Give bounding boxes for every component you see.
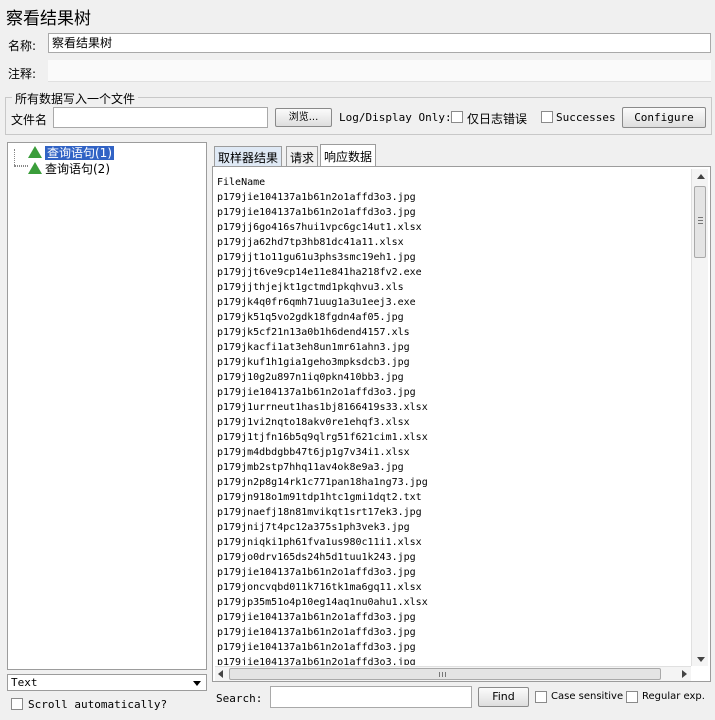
- response-line: p179j1urrneut1has1bj8166419s33.xlsx: [217, 402, 428, 413]
- comment-label: 注释:: [8, 67, 37, 81]
- response-line: p179jie104137a1b61n2o1affd3o3.jpg: [217, 387, 416, 398]
- response-line: p179jk5cf21n13a0b1h6dend4157.xls: [217, 327, 410, 338]
- find-button[interactable]: Find: [478, 687, 529, 707]
- scroll-auto-checkbox[interactable]: [11, 698, 23, 710]
- horizontal-scrollbar[interactable]: [215, 666, 691, 681]
- browse-button[interactable]: 浏览...: [275, 108, 332, 127]
- response-line: p179j10g2u897n1iq0pkn410bb3.jpg: [217, 372, 404, 383]
- log-display-label: Log/Display Only:: [339, 111, 452, 124]
- filename-label: 文件名: [11, 113, 48, 127]
- response-line: p179jkuf1h1gia1geho3mpksdcb3.jpg: [217, 357, 410, 368]
- scroll-right-icon[interactable]: [682, 670, 687, 678]
- regex-checkbox[interactable]: [626, 691, 638, 703]
- tab-request[interactable]: 请求: [286, 146, 319, 168]
- response-panel: FileName p179jie104137a1b61n2o1affd3o3.jp…: [212, 166, 711, 682]
- vertical-scrollbar[interactable]: [691, 169, 708, 666]
- response-line: p179joncvqbd011k716tk1ma6gq11.xlsx: [217, 582, 422, 593]
- tree-connector: [14, 165, 28, 166]
- filename-input[interactable]: [53, 107, 268, 128]
- renderer-value: Text: [11, 676, 38, 689]
- errors-only-checkbox[interactable]: [451, 111, 463, 123]
- response-line: p179jp35m51o4p10eg14aq1nu0ahu1.xlsx: [217, 597, 428, 608]
- response-line: p179jk51q5vo2gdk18fgdn4af05.jpg: [217, 312, 404, 323]
- case-sensitive-checkbox[interactable]: [535, 691, 547, 703]
- response-line: p179jie104137a1b61n2o1affd3o3.jpg: [217, 612, 416, 623]
- response-line: p179jie104137a1b61n2o1affd3o3.jpg: [217, 657, 416, 665]
- regex-label: Regular exp.: [642, 691, 705, 702]
- scroll-up-icon[interactable]: [697, 174, 705, 179]
- response-line: p179jj6go416s7hui1vpc6gc14ut1.xlsx: [217, 222, 422, 233]
- tab-response-data[interactable]: 响应数据: [320, 144, 377, 167]
- response-line: p179jmb2stp7hhq11av4ok8e9a3.jpg: [217, 462, 404, 473]
- case-sensitive-label: Case sensitive: [551, 691, 624, 702]
- response-line: p179jjt6ve9cp14e11e841ha218fv2.exe: [217, 267, 422, 278]
- response-line: p179jm4dbdgbb47t6jp1g7v34i1.xlsx: [217, 447, 410, 458]
- name-label: 名称:: [8, 39, 37, 53]
- name-field[interactable]: 察看结果树: [48, 33, 711, 53]
- file-group-legend: 所有数据写入一个文件: [12, 90, 139, 107]
- response-line: p179jie104137a1b61n2o1affd3o3.jpg: [217, 207, 416, 218]
- response-line: p179jie104137a1b61n2o1affd3o3.jpg: [217, 642, 416, 653]
- scroll-auto-label: Scroll automatically?: [28, 698, 168, 711]
- response-line: p179jniqki1ph61fva1us980c11i1.xlsx: [217, 537, 422, 548]
- hscrollbar-thumb[interactable]: [229, 668, 661, 680]
- response-line: p179jn2p8g14rk1c771pan18ha1ng73.jpg: [217, 477, 428, 488]
- tree-item-label: 查询语句(1): [45, 146, 114, 160]
- successes-label: Successes: [556, 111, 616, 124]
- response-text[interactable]: FileName p179jie104137a1b61n2o1affd3o3.jp…: [217, 175, 689, 665]
- renderer-select[interactable]: Text: [7, 674, 207, 691]
- tree-item-label: 查询语句(2): [45, 162, 110, 176]
- response-line: p179jie104137a1b61n2o1affd3o3.jpg: [217, 627, 416, 638]
- search-input[interactable]: [270, 686, 472, 708]
- response-line: p179jkacfi1at3eh8un1mr61ahn3.jpg: [217, 342, 410, 353]
- response-line: p179j1vi2nqto18akv0re1ehqf3.xlsx: [217, 417, 410, 428]
- response-header: FileName: [217, 177, 266, 188]
- response-line: p179jnaefj18n81mvikqt1srt17ek3.jpg: [217, 507, 422, 518]
- success-icon: [28, 146, 42, 158]
- response-line: p179jjthjejkt1gctmd1pkqhvu3.xls: [217, 282, 404, 293]
- tree-item-2[interactable]: 查询语句(2): [28, 161, 110, 177]
- response-line: p179jn918o1m91tdp1htc1gmi1dqt2.txt: [217, 492, 422, 503]
- errors-only-label: 仅日志错误: [467, 112, 528, 126]
- tree-item-1[interactable]: 查询语句(1): [28, 145, 114, 161]
- scroll-left-icon[interactable]: [218, 670, 223, 678]
- search-label: Search:: [216, 692, 263, 705]
- scroll-down-icon[interactable]: [697, 657, 705, 662]
- response-line: p179jk4q0fr6qmh71uug1a3u1eej3.exe: [217, 297, 416, 308]
- comment-field[interactable]: [48, 60, 711, 82]
- configure-button[interactable]: Configure: [622, 107, 706, 128]
- chevron-down-icon: [193, 681, 201, 686]
- response-line: p179j1tjfn16b5q9qlrg51f621cim1.xlsx: [217, 432, 428, 443]
- successes-checkbox[interactable]: [541, 111, 553, 123]
- response-line: p179jnij7t4pc12a375s1ph3vek3.jpg: [217, 522, 410, 533]
- page-title: 察看结果树: [6, 9, 91, 29]
- results-tree[interactable]: 查询语句(1) 查询语句(2): [7, 142, 207, 670]
- scrollbar-thumb[interactable]: [694, 186, 706, 258]
- response-line: p179jja62hd7tp3hb81dc41a11.xlsx: [217, 237, 404, 248]
- success-icon: [28, 162, 42, 174]
- response-line: p179jie104137a1b61n2o1affd3o3.jpg: [217, 192, 416, 203]
- tab-sampler-result[interactable]: 取样器结果: [214, 146, 283, 168]
- response-line: p179jo0drv165ds24h5d1tuu1k243.jpg: [217, 552, 416, 563]
- response-line: p179jie104137a1b61n2o1affd3o3.jpg: [217, 567, 416, 578]
- response-line: p179jjt1o11gu61u3phs3smc19eh1.jpg: [217, 252, 416, 263]
